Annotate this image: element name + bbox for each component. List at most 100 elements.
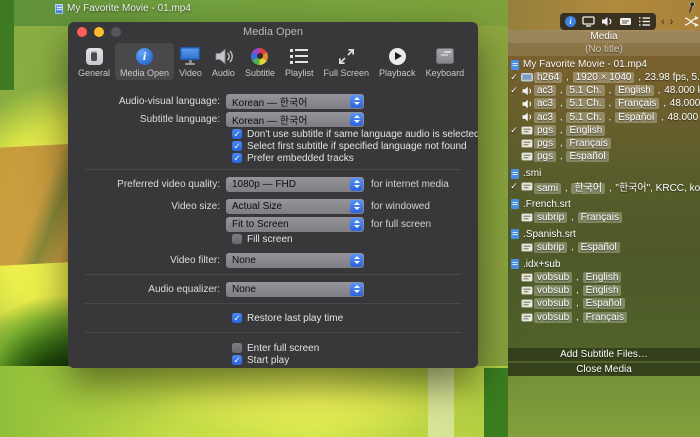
subtitle-language-popup[interactable]: Korean — 한국어 [226, 112, 364, 127]
track-row[interactable]: ac3 , 5.1 Ch. , Español , 48.000 kHz [508, 111, 700, 124]
track-attribute: h264 [534, 72, 562, 83]
osd-filename-text: My Favorite Movie - 01.mp4 [67, 3, 191, 14]
track-attribute: ac3 [534, 112, 556, 123]
tab-general[interactable]: General [73, 43, 115, 80]
track-row[interactable]: ac3 , 5.1 Ch. , Français , 48.000 kHz [508, 97, 700, 110]
track-row[interactable]: ✓sami , 한국어 , "한국어", KRCC, ko-KR [508, 180, 700, 193]
track-row[interactable]: pgs , Español [508, 150, 700, 163]
next-media-icon[interactable]: › [670, 16, 674, 28]
checkbox-checked-icon: ✓ [232, 129, 242, 139]
checkbox-start-play[interactable]: ✓ Start play [232, 354, 478, 366]
popup-stepper-icon [350, 218, 363, 231]
track-row[interactable]: subrip , Español [508, 241, 700, 254]
track-attribute: Français [566, 138, 610, 149]
tab-playlist[interactable]: Playlist [280, 43, 319, 80]
tab-full-screen[interactable]: Full Screen [319, 43, 375, 80]
track-row[interactable]: pgs , Français [508, 137, 700, 150]
video-filter-popup[interactable]: None [226, 253, 364, 268]
track-row[interactable]: subrip , Français [508, 211, 700, 224]
tab-playback[interactable]: Playback [374, 43, 421, 80]
subtitle-track-icon [520, 313, 534, 322]
video-quality-label: Preferred video quality: [68, 179, 226, 190]
display-icon [179, 47, 201, 65]
track-attribute: Español [578, 242, 620, 253]
popup-stepper-icon [350, 113, 363, 126]
subtitle-track-icon [520, 273, 534, 282]
track-attribute: subrip [534, 242, 567, 253]
checkbox-checked-icon: ✓ [232, 313, 242, 323]
video-track-icon [520, 73, 534, 83]
subtitle-language-label: Subtitle language: [68, 114, 226, 125]
audio-track-icon [520, 99, 534, 109]
file-icon [511, 60, 519, 70]
checkbox-enter-full-screen[interactable]: Enter full screen [232, 342, 478, 354]
video-filter-label: Video filter: [68, 255, 226, 266]
subtitle-track-icon [520, 182, 534, 191]
media-info-icon[interactable]: i [565, 16, 576, 27]
file-name: .smi [523, 168, 541, 179]
track-attribute: Español [583, 298, 625, 309]
tab-audio[interactable]: Audio [207, 43, 240, 80]
track-row[interactable]: ✓ac3 , 5.1 Ch. , English , 48.000 kHz [508, 84, 700, 97]
media-file-group: .smi✓sami , 한국어 , "한국어", KRCC, ko-KR [508, 167, 700, 193]
av-language-label: Audio-visual language: [68, 96, 226, 107]
color-wheel-icon [251, 48, 268, 65]
video-quality-note: for internet media [371, 179, 449, 190]
track-attribute: English [615, 85, 654, 96]
checkbox-first-subtitle[interactable]: ✓ Select first subtitle if specified lan… [232, 140, 478, 152]
add-subtitle-files-button[interactable]: Add Subtitle Files… [508, 348, 700, 361]
video-view-icon[interactable] [582, 16, 595, 27]
sidebar-view-switcher: i [560, 13, 656, 30]
checkbox-restore-play-time[interactable]: ✓ Restore last play time [232, 312, 478, 324]
media-file-group: .French.srtsubrip , Français [508, 198, 700, 224]
info-icon: i [136, 48, 153, 65]
audio-view-icon[interactable] [601, 16, 613, 27]
file-name: My Favorite Movie - 01.mp4 [523, 59, 647, 70]
media-open-form: Audio-visual language: Korean — 한국어 Subt… [68, 83, 478, 366]
track-row[interactable]: vobsub , English [508, 271, 700, 284]
video-size-note: for windowed [371, 201, 430, 212]
tab-keyboard[interactable]: Keyboard [421, 43, 470, 80]
previous-media-icon[interactable]: ‹ [661, 16, 665, 28]
track-attribute: Français [583, 312, 627, 323]
file-row[interactable]: .French.srt [508, 198, 700, 211]
osd-filename: My Favorite Movie - 01.mp4 [55, 3, 191, 14]
file-row[interactable]: My Favorite Movie - 01.mp4 [508, 58, 700, 71]
tab-video[interactable]: Video [174, 43, 207, 80]
file-row[interactable]: .idx+sub [508, 258, 700, 271]
subtitle-view-icon[interactable] [619, 16, 632, 27]
checkbox-same-language[interactable]: ✓ Don't use subtitle if same language au… [232, 128, 478, 140]
track-row[interactable]: vobsub , English [508, 284, 700, 297]
track-attribute: 5.1 Ch. [566, 98, 604, 109]
tab-subtitle[interactable]: Subtitle [240, 43, 280, 80]
track-row[interactable]: vobsub , Français [508, 310, 700, 323]
tab-media-open[interactable]: i Media Open [115, 43, 174, 80]
shuffle-icon[interactable] [684, 16, 699, 27]
track-attribute: vobsub [534, 272, 572, 283]
file-name: .Spanish.srt [523, 229, 576, 240]
track-attribute: 한국어 [571, 183, 605, 194]
video-size-popup[interactable]: Actual Size [226, 199, 364, 214]
media-sidebar: Media (No title) My Favorite Movie - 01.… [508, 30, 700, 376]
av-language-popup[interactable]: Korean — 한국어 [226, 94, 364, 109]
video-size-fullscreen-popup[interactable]: Fit to Screen [226, 217, 364, 232]
track-row[interactable]: ✓pgs , English [508, 124, 700, 137]
file-row[interactable]: .smi [508, 167, 700, 180]
track-attribute: 48.000 kHz [670, 98, 700, 109]
audio-equalizer-popup[interactable]: None [226, 282, 364, 297]
dialog-titlebar[interactable]: Media Open [68, 22, 478, 41]
subtitle-track-icon [520, 152, 534, 161]
checkbox-fill-screen[interactable]: Fill screen [232, 233, 478, 245]
video-quality-popup[interactable]: 1080p — FHD [226, 177, 364, 192]
file-row[interactable]: .Spanish.srt [508, 228, 700, 241]
playlist-view-icon[interactable] [638, 16, 651, 27]
track-row[interactable]: vobsub , Español [508, 297, 700, 310]
track-attribute: 23.98 fps, 5.06 mbps [645, 72, 700, 83]
subtitle-track-icon [520, 213, 534, 222]
track-row[interactable]: ✓h264 , 1920 × 1040 , 23.98 fps, 5.06 mb… [508, 71, 700, 84]
close-media-button[interactable]: Close Media [508, 363, 700, 376]
preferences-toolbar: General i Media Open Video Audio [68, 41, 478, 83]
divider [85, 303, 461, 304]
popup-stepper-icon [350, 95, 363, 108]
checkbox-prefer-embedded[interactable]: ✓ Prefer embedded tracks [232, 152, 478, 164]
